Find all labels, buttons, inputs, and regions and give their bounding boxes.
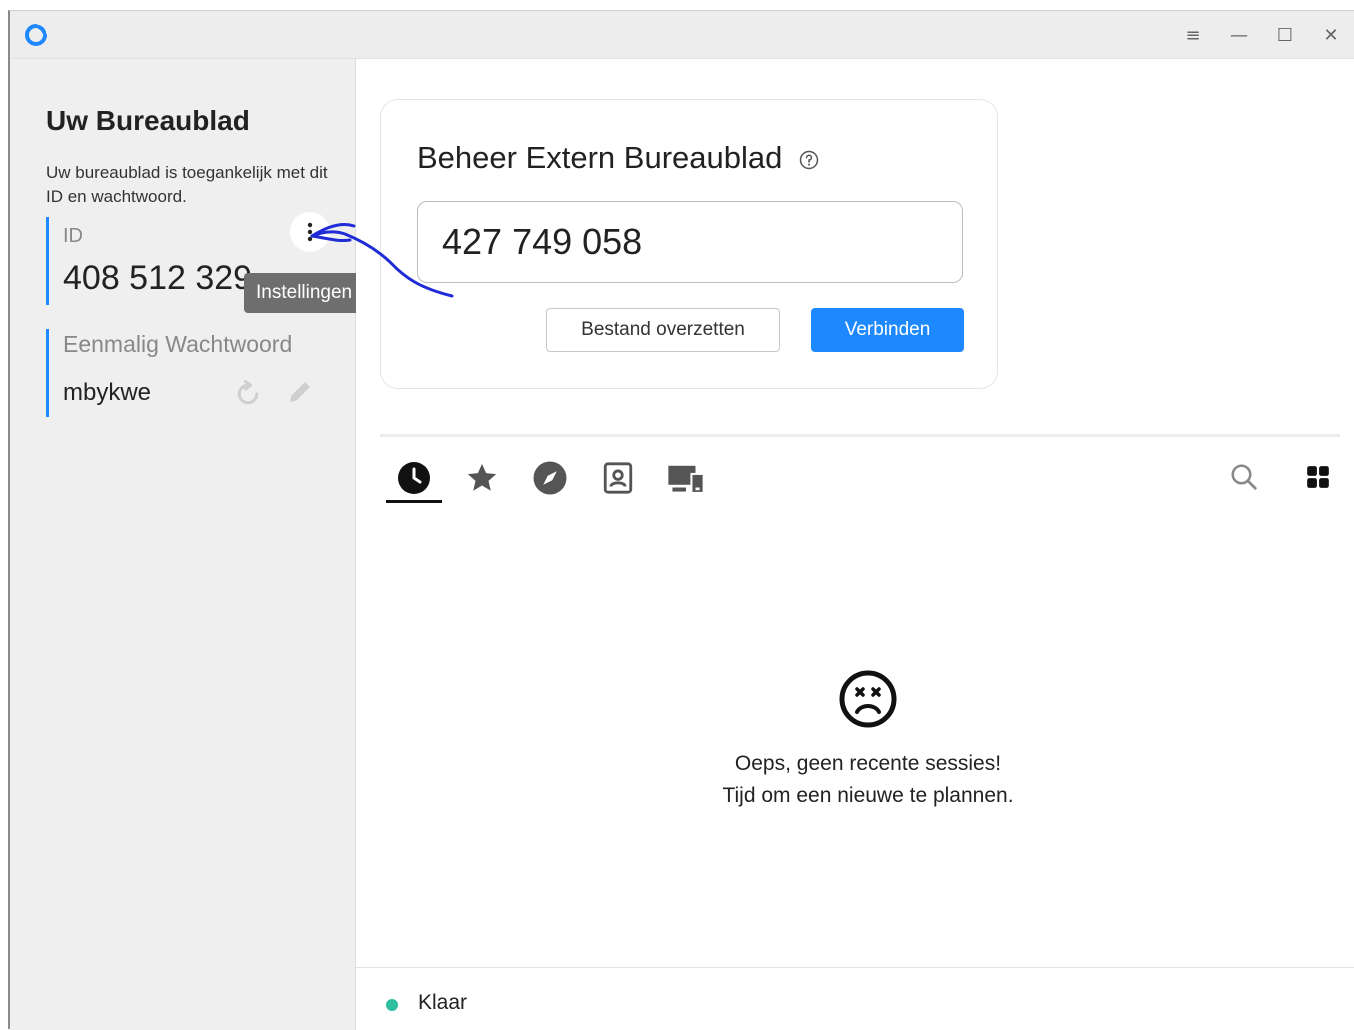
status-indicator [386,999,398,1011]
sidebar: Uw Bureaublad Uw bureaublad is toegankel… [10,59,365,1030]
refresh-icon[interactable] [233,379,263,409]
devices-icon [668,465,705,494]
id-label: ID [63,225,83,247]
view-toggle-button[interactable] [1300,459,1336,495]
connect-card: Beheer Extern Bureaublad Bestand overzet… [380,99,998,389]
search-icon [1231,464,1257,490]
id-value[interactable]: 408 512 329 [63,259,252,298]
title-bar[interactable]: ≡ — ☐ ✕ [10,11,1354,59]
tab-devices[interactable] [658,454,714,502]
card-title: Beheer Extern Bureaublad [417,140,819,176]
minimize-button[interactable]: — [1216,11,1262,59]
app-logo-icon [25,24,47,46]
file-transfer-button[interactable]: Bestand overzetten [546,308,780,352]
maximize-icon: ☐ [1276,24,1294,46]
background-window-strip [0,0,1354,10]
main-content: Beheer Extern Bureaublad Bestand overzet… [356,59,1354,1030]
star-icon [467,463,497,491]
sidebar-title: Uw Bureaublad [46,105,250,136]
tab-discovered[interactable] [522,454,578,502]
close-button[interactable]: ✕ [1308,11,1354,59]
edit-pencil-icon[interactable] [285,377,315,407]
more-vertical-icon [307,222,313,242]
tab-recent[interactable] [386,454,442,502]
minimize-icon: — [1230,24,1248,46]
password-label: Eenmalig Wachtwoord [63,331,293,357]
section-divider [380,434,1340,437]
menu-button[interactable]: ≡ [1170,11,1216,59]
settings-tooltip: Instellingen [244,273,365,313]
compass-icon [533,461,567,495]
remote-id-input[interactable] [417,201,963,283]
maximize-button[interactable]: ☐ [1262,11,1308,59]
password-value[interactable]: mbykwe [63,379,151,407]
hamburger-icon: ≡ [1185,24,1201,46]
sad-face-icon [839,670,897,728]
tab-favorites[interactable] [454,454,510,502]
search-button[interactable] [1226,459,1262,495]
connect-button[interactable]: Verbinden [811,308,964,352]
card-title-text: Beheer Extern Bureaublad [417,140,783,175]
grid-icon [1307,466,1329,488]
status-divider [356,967,1354,968]
empty-state-line-2: Tijd om een nieuwe te plannen. [722,784,1014,807]
status-text: Klaar [418,991,468,1014]
password-block: Eenmalig Wachtwoord mbykwe [46,329,319,417]
clock-icon [398,462,430,494]
active-tab-indicator [386,500,442,503]
empty-state-line-1: Oeps, geen recente sessies! [734,752,1002,775]
address-book-icon [603,462,633,494]
help-icon[interactable] [799,150,819,170]
id-options-button[interactable] [290,212,330,252]
sidebar-description: Uw bureaublad is toegankelijk met dit ID… [46,163,328,206]
window-controls: ≡ — ☐ ✕ [1170,11,1354,59]
close-icon: ✕ [1323,24,1339,46]
app-window: ≡ — ☐ ✕ Uw Bureaublad Uw bureaublad is t… [8,10,1354,1030]
tab-address-book[interactable] [590,454,646,502]
